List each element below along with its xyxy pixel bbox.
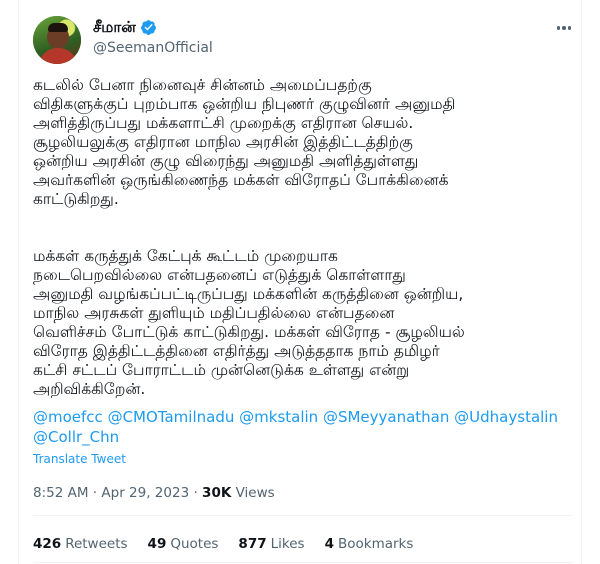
author-name-row[interactable]: சீமான்	[93, 17, 157, 37]
tweet-card: சீமான் @SeemanOfficial கடலில் பேனா நினைவ…	[0, 0, 600, 564]
tweet-time[interactable]: 8:52 AM	[33, 485, 89, 501]
bookmarks-stat[interactable]: 4 Bookmarks	[325, 535, 414, 553]
mention-link[interactable]: @mkstalin	[239, 408, 318, 426]
bookmarks-label: Bookmarks	[337, 536, 414, 552]
tweet-text: கடலில் பேனா நினைவுச் சின்னம் அமைப்பதற்கு…	[33, 76, 573, 399]
engagement-stats: 426 Retweets 49 Quotes 877 Likes 4 Bookmarks	[33, 535, 433, 553]
tweet-line: விரோத இத்திட்டத்தினை எதிர்த்து அடுத்ததாக…	[33, 342, 440, 360]
tweet-paragraph-1: கடலில் பேனா நினைவுச் சின்னம் அமைப்பதற்கு…	[33, 76, 573, 209]
quotes-count: 49	[147, 536, 167, 552]
tweet-line: வெளிச்சம் போட்டுக் காட்டுகிறது. மக்கள் வ…	[33, 323, 465, 341]
tweet-line: அளித்திருப்பது மக்களாட்சி முறைக்கு எதிரா…	[33, 114, 414, 132]
mention-link[interactable]: @SMeyyanathan	[323, 408, 449, 426]
tweet-line: மாநில அரசுகள் துளியும் மதிப்பதில்லை என்ப…	[33, 304, 395, 322]
mention-link[interactable]: @moefcc	[33, 408, 103, 426]
quotes-stat[interactable]: 49 Quotes	[148, 535, 219, 553]
likes-count: 877	[238, 536, 267, 552]
tweet-line: சூழலியலுக்கு எதிரான மாநில அரசின் இத்திட்…	[33, 133, 413, 151]
tweet-line: ஒன்றிய அரசின் குழு விரைந்து அனுமதி அளித்…	[33, 152, 419, 170]
tweet-line: நடைபெறவில்லை என்பதனைப் எடுத்துக் கொள்ளாத…	[33, 266, 406, 284]
right-border	[581, 0, 582, 564]
mentions: @moefcc @CMOTamilnadu @mkstalin @SMeyyan…	[33, 407, 573, 447]
translate-tweet-link[interactable]: Translate Tweet	[33, 451, 126, 467]
retweets-count: 426	[33, 536, 62, 552]
meta-separator: ·	[193, 485, 203, 501]
tweet-line: கடலில் பேனா நினைவுச் சின்னம் அமைப்பதற்கு	[33, 76, 372, 94]
divider	[33, 562, 573, 563]
more-options-icon[interactable]	[553, 20, 575, 36]
author-handle[interactable]: @SeemanOfficial	[93, 39, 213, 57]
quotes-label: Quotes	[170, 536, 219, 552]
tweet-date[interactable]: Apr 29, 2023	[101, 485, 189, 501]
tweet-line: கட்சி சட்டப் போராட்டம் முன்னெடுக்க உள்ளத…	[33, 361, 410, 379]
tweet-meta: 8:52 AM · Apr 29, 2023 · 30K Views	[33, 484, 275, 502]
views-label: Views	[235, 485, 275, 501]
mention-link[interactable]: @CMOTamilnadu	[108, 408, 235, 426]
mention-link[interactable]: @Collr_Chn	[33, 428, 119, 446]
avatar[interactable]	[33, 16, 81, 64]
tweet-line: அறிவிக்கிறேன்.	[33, 380, 146, 398]
divider	[33, 515, 573, 516]
tweet-line: காட்டுகிறது.	[33, 190, 119, 208]
tweet-line: மக்கள் கருத்துக் கேட்புக் கூட்டம் முறையா…	[33, 247, 338, 265]
tweet-line: விதிகளுக்குப் புறம்பாக ஒன்றிய நிபுணர் கு…	[33, 95, 456, 113]
likes-stat[interactable]: 877 Likes	[238, 535, 304, 553]
author-name[interactable]: சீமான்	[93, 17, 136, 37]
tweet-line: அவர்களின் ஒருங்கிணைந்த மக்கள் விரோதப் போ…	[33, 171, 449, 189]
verified-badge-icon	[140, 19, 156, 35]
left-border	[18, 0, 19, 564]
likes-label: Likes	[270, 536, 305, 552]
views-count: 30K	[202, 485, 232, 501]
tweet-paragraph-2: மக்கள் கருத்துக் கேட்புக் கூட்டம் முறையா…	[33, 247, 573, 399]
tweet-line: அனுமதி வழங்கப்பட்டிருப்பது மக்களின் கருத…	[33, 285, 464, 303]
mention-link[interactable]: @Udhaystalin	[454, 408, 558, 426]
retweets-stat[interactable]: 426 Retweets	[33, 535, 128, 553]
bookmarks-count: 4	[324, 536, 334, 552]
retweets-label: Retweets	[65, 536, 128, 552]
